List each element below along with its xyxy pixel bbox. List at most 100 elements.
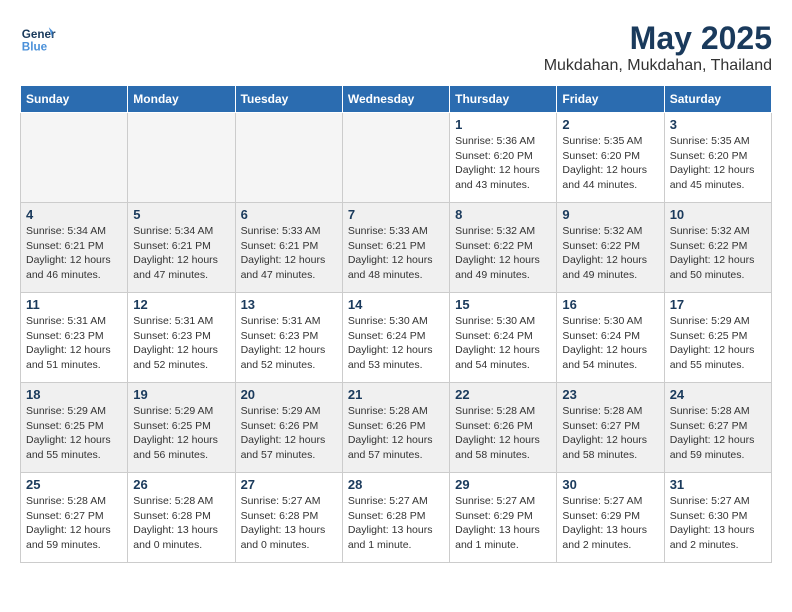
column-header-sunday: Sunday: [21, 86, 128, 113]
cell-info: Sunrise: 5:32 AMSunset: 6:22 PMDaylight:…: [455, 224, 551, 283]
day-number: 20: [241, 387, 337, 402]
calendar-cell: 21 Sunrise: 5:28 AMSunset: 6:26 PMDayligh…: [342, 383, 449, 473]
day-number: 31: [670, 477, 766, 492]
day-number: 16: [562, 297, 658, 312]
cell-info: Sunrise: 5:27 AMSunset: 6:28 PMDaylight:…: [241, 494, 337, 553]
calendar-cell: 12 Sunrise: 5:31 AMSunset: 6:23 PMDayligh…: [128, 293, 235, 383]
day-number: 3: [670, 117, 766, 132]
cell-info: Sunrise: 5:27 AMSunset: 6:30 PMDaylight:…: [670, 494, 766, 553]
day-number: 17: [670, 297, 766, 312]
cell-info: Sunrise: 5:28 AMSunset: 6:28 PMDaylight:…: [133, 494, 229, 553]
column-header-wednesday: Wednesday: [342, 86, 449, 113]
day-number: 10: [670, 207, 766, 222]
calendar-cell: 11 Sunrise: 5:31 AMSunset: 6:23 PMDayligh…: [21, 293, 128, 383]
calendar-cell: 5 Sunrise: 5:34 AMSunset: 6:21 PMDaylight…: [128, 203, 235, 293]
logo-icon: General Blue: [20, 20, 56, 56]
calendar-cell: [21, 113, 128, 203]
day-number: 5: [133, 207, 229, 222]
day-number: 30: [562, 477, 658, 492]
day-number: 13: [241, 297, 337, 312]
cell-info: Sunrise: 5:31 AMSunset: 6:23 PMDaylight:…: [133, 314, 229, 373]
day-number: 8: [455, 207, 551, 222]
calendar-cell: 7 Sunrise: 5:33 AMSunset: 6:21 PMDaylight…: [342, 203, 449, 293]
day-number: 24: [670, 387, 766, 402]
title-area: May 2025 Mukdahan, Mukdahan, Thailand: [544, 20, 772, 75]
cell-info: Sunrise: 5:27 AMSunset: 6:29 PMDaylight:…: [562, 494, 658, 553]
logo: General Blue: [20, 20, 56, 56]
calendar-cell: 13 Sunrise: 5:31 AMSunset: 6:23 PMDayligh…: [235, 293, 342, 383]
cell-info: Sunrise: 5:30 AMSunset: 6:24 PMDaylight:…: [348, 314, 444, 373]
day-number: 29: [455, 477, 551, 492]
calendar-cell: 1Sunrise: 5:36 AMSunset: 6:20 PMDaylight…: [450, 113, 557, 203]
day-number: 14: [348, 297, 444, 312]
calendar-cell: [128, 113, 235, 203]
cell-info: Sunrise: 5:29 AMSunset: 6:25 PMDaylight:…: [670, 314, 766, 373]
calendar-cell: 19Sunrise: 5:29 AMSunset: 6:25 PMDayligh…: [128, 383, 235, 473]
cell-info: Sunrise: 5:36 AMSunset: 6:20 PMDaylight:…: [455, 134, 551, 193]
cell-info: Sunrise: 5:34 AMSunset: 6:21 PMDaylight:…: [133, 224, 229, 283]
day-number: 12: [133, 297, 229, 312]
day-number: 23: [562, 387, 658, 402]
calendar-cell: 20 Sunrise: 5:29 AMSunset: 6:26 PMDayligh…: [235, 383, 342, 473]
column-header-thursday: Thursday: [450, 86, 557, 113]
calendar-cell: 23 Sunrise: 5:28 AMSunset: 6:27 PMDayligh…: [557, 383, 664, 473]
day-number: 25: [26, 477, 122, 492]
calendar-cell: 6 Sunrise: 5:33 AMSunset: 6:21 PMDaylight…: [235, 203, 342, 293]
cell-info: Sunrise: 5:35 AMSunset: 6:20 PMDaylight:…: [670, 134, 766, 193]
calendar-cell: 4 Sunrise: 5:34 AMSunset: 6:21 PMDaylight…: [21, 203, 128, 293]
day-number: 11: [26, 297, 122, 312]
cell-info: Sunrise: 5:33 AMSunset: 6:21 PMDaylight:…: [241, 224, 337, 283]
calendar-cell: 8 Sunrise: 5:32 AMSunset: 6:22 PMDaylight…: [450, 203, 557, 293]
cell-info: Sunrise: 5:28 AMSunset: 6:27 PMDaylight:…: [670, 404, 766, 463]
calendar-cell: 24 Sunrise: 5:28 AMSunset: 6:27 PMDayligh…: [664, 383, 771, 473]
calendar-cell: 16 Sunrise: 5:30 AMSunset: 6:24 PMDayligh…: [557, 293, 664, 383]
calendar-cell: 22Sunrise: 5:28 AMSunset: 6:26 PMDayligh…: [450, 383, 557, 473]
day-number: 4: [26, 207, 122, 222]
calendar-cell: 31 Sunrise: 5:27 AMSunset: 6:30 PMDayligh…: [664, 473, 771, 563]
cell-info: Sunrise: 5:34 AMSunset: 6:21 PMDaylight:…: [26, 224, 122, 283]
day-number: 6: [241, 207, 337, 222]
cell-info: Sunrise: 5:29 AMSunset: 6:25 PMDaylight:…: [133, 404, 229, 463]
day-number: 7: [348, 207, 444, 222]
location-subtitle: Mukdahan, Mukdahan, Thailand: [544, 57, 772, 75]
calendar-cell: 3 Sunrise: 5:35 AMSunset: 6:20 PMDaylight…: [664, 113, 771, 203]
day-number: 26: [133, 477, 229, 492]
cell-info: Sunrise: 5:30 AMSunset: 6:24 PMDaylight:…: [455, 314, 551, 373]
day-number: 21: [348, 387, 444, 402]
calendar-cell: [235, 113, 342, 203]
svg-text:Blue: Blue: [22, 41, 48, 54]
cell-info: Sunrise: 5:29 AMSunset: 6:25 PMDaylight:…: [26, 404, 122, 463]
calendar-cell: 17 Sunrise: 5:29 AMSunset: 6:25 PMDayligh…: [664, 293, 771, 383]
cell-info: Sunrise: 5:32 AMSunset: 6:22 PMDaylight:…: [562, 224, 658, 283]
day-number: 28: [348, 477, 444, 492]
cell-info: Sunrise: 5:28 AMSunset: 6:26 PMDaylight:…: [348, 404, 444, 463]
cell-info: Sunrise: 5:30 AMSunset: 6:24 PMDaylight:…: [562, 314, 658, 373]
calendar-cell: 15Sunrise: 5:30 AMSunset: 6:24 PMDayligh…: [450, 293, 557, 383]
cell-info: Sunrise: 5:28 AMSunset: 6:27 PMDaylight:…: [562, 404, 658, 463]
column-header-tuesday: Tuesday: [235, 86, 342, 113]
day-number: 27: [241, 477, 337, 492]
month-year-title: May 2025: [544, 20, 772, 57]
cell-info: Sunrise: 5:33 AMSunset: 6:21 PMDaylight:…: [348, 224, 444, 283]
day-number: 18: [26, 387, 122, 402]
cell-info: Sunrise: 5:27 AMSunset: 6:29 PMDaylight:…: [455, 494, 551, 553]
calendar-cell: 29 Sunrise: 5:27 AMSunset: 6:29 PMDayligh…: [450, 473, 557, 563]
calendar-cell: 2Sunrise: 5:35 AMSunset: 6:20 PMDaylight…: [557, 113, 664, 203]
calendar-cell: 26 Sunrise: 5:28 AMSunset: 6:28 PMDayligh…: [128, 473, 235, 563]
cell-info: Sunrise: 5:31 AMSunset: 6:23 PMDaylight:…: [26, 314, 122, 373]
cell-info: Sunrise: 5:27 AMSunset: 6:28 PMDaylight:…: [348, 494, 444, 553]
day-number: 9: [562, 207, 658, 222]
calendar-cell: 18 Sunrise: 5:29 AMSunset: 6:25 PMDayligh…: [21, 383, 128, 473]
cell-info: Sunrise: 5:29 AMSunset: 6:26 PMDaylight:…: [241, 404, 337, 463]
column-header-friday: Friday: [557, 86, 664, 113]
calendar-cell: 25 Sunrise: 5:28 AMSunset: 6:27 PMDayligh…: [21, 473, 128, 563]
calendar-cell: 9 Sunrise: 5:32 AMSunset: 6:22 PMDaylight…: [557, 203, 664, 293]
cell-info: Sunrise: 5:28 AMSunset: 6:26 PMDaylight:…: [455, 404, 551, 463]
calendar-cell: 14 Sunrise: 5:30 AMSunset: 6:24 PMDayligh…: [342, 293, 449, 383]
cell-info: Sunrise: 5:32 AMSunset: 6:22 PMDaylight:…: [670, 224, 766, 283]
cell-info: Sunrise: 5:31 AMSunset: 6:23 PMDaylight:…: [241, 314, 337, 373]
cell-info: Sunrise: 5:35 AMSunset: 6:20 PMDaylight:…: [562, 134, 658, 193]
column-header-saturday: Saturday: [664, 86, 771, 113]
calendar-cell: 28 Sunrise: 5:27 AMSunset: 6:28 PMDayligh…: [342, 473, 449, 563]
cell-info: Sunrise: 5:28 AMSunset: 6:27 PMDaylight:…: [26, 494, 122, 553]
